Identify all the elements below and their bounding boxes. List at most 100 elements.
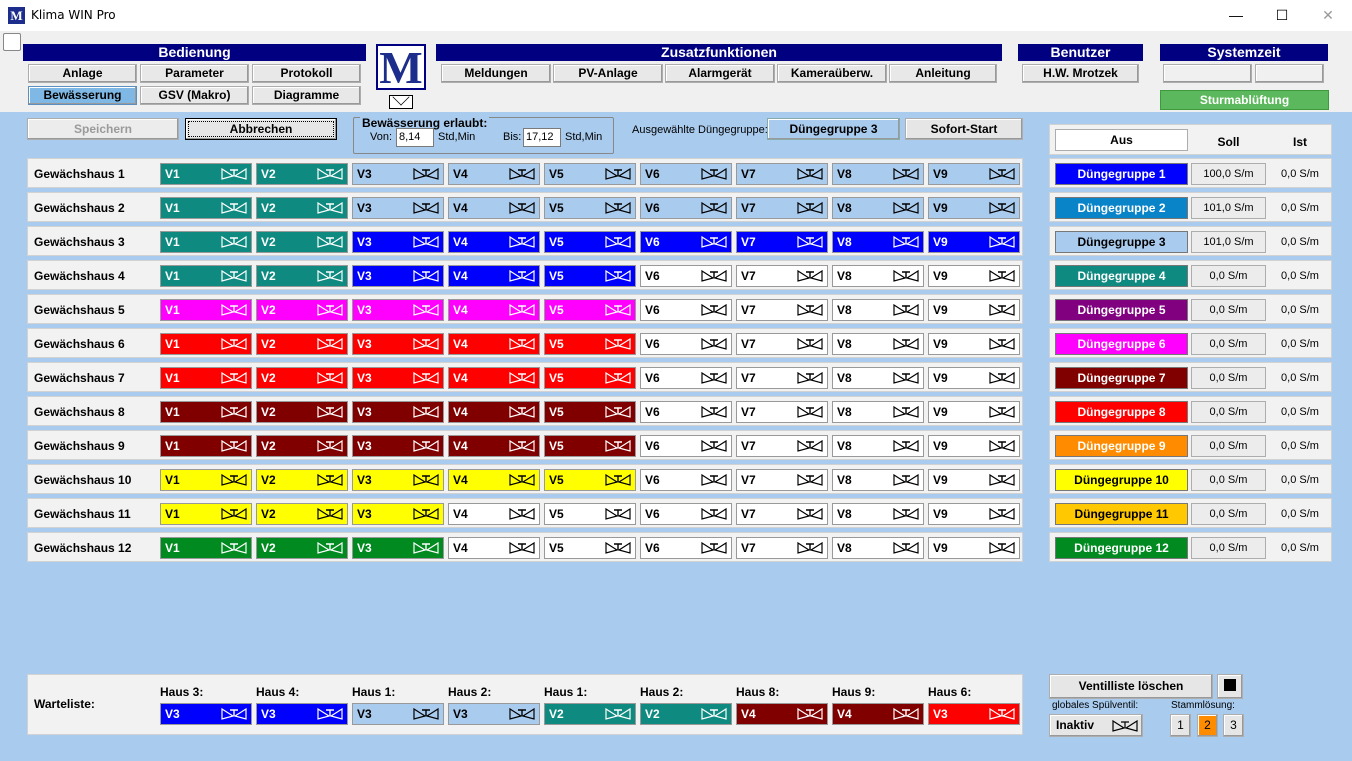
valve-button[interactable]: V2: [256, 367, 348, 389]
valve-button[interactable]: V4: [448, 401, 540, 423]
valve-button[interactable]: V3: [352, 333, 444, 355]
fertilizer-group-button[interactable]: Düngegruppe 10: [1055, 469, 1188, 491]
menu-alarmgeraet-button[interactable]: Alarmgerät: [665, 64, 775, 83]
groups-off-button[interactable]: Aus: [1055, 129, 1188, 151]
valve-button[interactable]: V5: [544, 469, 636, 491]
menu-diagramme-button[interactable]: Diagramme: [252, 86, 361, 105]
valve-button[interactable]: V3: [352, 503, 444, 525]
soll-value[interactable]: 0,0 S/m: [1191, 401, 1266, 423]
valve-button[interactable]: V8: [832, 503, 924, 525]
waitlist-valve[interactable]: V2: [640, 703, 732, 725]
valve-button[interactable]: V9: [928, 435, 1020, 457]
waitlist-valve[interactable]: V3: [928, 703, 1020, 725]
valve-button[interactable]: V6: [640, 537, 732, 559]
valve-button[interactable]: V2: [256, 469, 348, 491]
waitlist-valve[interactable]: V3: [448, 703, 540, 725]
valve-button[interactable]: V2: [256, 435, 348, 457]
maximize-button[interactable]: ☐: [1259, 0, 1305, 31]
valve-button[interactable]: V2: [256, 231, 348, 253]
valve-button[interactable]: V1: [160, 265, 252, 287]
valve-button[interactable]: V8: [832, 469, 924, 491]
valve-button[interactable]: V9: [928, 401, 1020, 423]
valve-button[interactable]: V1: [160, 435, 252, 457]
valve-button[interactable]: V3: [352, 469, 444, 491]
valve-button[interactable]: V4: [448, 367, 540, 389]
valve-button[interactable]: V1: [160, 367, 252, 389]
valve-button[interactable]: V6: [640, 265, 732, 287]
stop-button[interactable]: [1217, 674, 1243, 699]
valve-button[interactable]: V7: [736, 231, 828, 253]
envelope-icon[interactable]: [389, 95, 413, 109]
valve-button[interactable]: V1: [160, 299, 252, 321]
valve-button[interactable]: V8: [832, 163, 924, 185]
valve-button[interactable]: V9: [928, 503, 1020, 525]
valve-button[interactable]: V3: [352, 231, 444, 253]
valve-button[interactable]: V5: [544, 503, 636, 525]
sturmablueftung-button[interactable]: Sturmablüftung: [1160, 90, 1329, 110]
valve-button[interactable]: V8: [832, 435, 924, 457]
valve-button[interactable]: V7: [736, 265, 828, 287]
valve-button[interactable]: V4: [448, 197, 540, 219]
valve-button[interactable]: V4: [448, 163, 540, 185]
valve-button[interactable]: V9: [928, 265, 1020, 287]
valve-button[interactable]: V6: [640, 503, 732, 525]
valve-button[interactable]: V5: [544, 163, 636, 185]
valve-button[interactable]: V1: [160, 469, 252, 491]
valve-button[interactable]: V7: [736, 197, 828, 219]
valve-button[interactable]: V3: [352, 299, 444, 321]
valve-button[interactable]: V9: [928, 469, 1020, 491]
user-button[interactable]: H.W. Mrotzek: [1022, 64, 1139, 83]
fertilizer-group-button[interactable]: Düngegruppe 8: [1055, 401, 1188, 423]
valve-button[interactable]: V6: [640, 197, 732, 219]
waitlist-valve[interactable]: V3: [160, 703, 252, 725]
clear-valve-list-button[interactable]: Ventilliste löschen: [1049, 674, 1213, 699]
valve-button[interactable]: V7: [736, 469, 828, 491]
valve-button[interactable]: V3: [352, 537, 444, 559]
valve-button[interactable]: V6: [640, 333, 732, 355]
to-time-input[interactable]: 17,12: [523, 128, 561, 147]
valve-button[interactable]: V6: [640, 231, 732, 253]
soll-value[interactable]: 0,0 S/m: [1191, 503, 1266, 525]
menu-gsv-button[interactable]: GSV (Makro): [140, 86, 249, 105]
waitlist-valve[interactable]: V3: [256, 703, 348, 725]
valve-button[interactable]: V9: [928, 163, 1020, 185]
valve-button[interactable]: V8: [832, 367, 924, 389]
valve-button[interactable]: V9: [928, 197, 1020, 219]
soll-value[interactable]: 0,0 S/m: [1191, 435, 1266, 457]
valve-button[interactable]: V8: [832, 537, 924, 559]
valve-button[interactable]: V9: [928, 367, 1020, 389]
valve-button[interactable]: V7: [736, 367, 828, 389]
stock-solution-2[interactable]: 2: [1197, 714, 1218, 737]
soll-value[interactable]: 0,0 S/m: [1191, 469, 1266, 491]
menu-protokoll-button[interactable]: Protokoll: [252, 64, 361, 83]
global-flush-button[interactable]: Inaktiv: [1049, 714, 1143, 737]
fertilizer-group-button[interactable]: Düngegruppe 4: [1055, 265, 1188, 287]
valve-button[interactable]: V4: [448, 503, 540, 525]
valve-button[interactable]: V3: [352, 265, 444, 287]
menu-bewaesserung-button[interactable]: Bewässerung: [28, 86, 137, 105]
soll-value[interactable]: 0,0 S/m: [1191, 299, 1266, 321]
menu-kamera-button[interactable]: Kameraüberw.: [777, 64, 887, 83]
valve-button[interactable]: V5: [544, 197, 636, 219]
waitlist-valve[interactable]: V4: [832, 703, 924, 725]
valve-button[interactable]: V9: [928, 231, 1020, 253]
valve-button[interactable]: V3: [352, 367, 444, 389]
valve-button[interactable]: V4: [448, 537, 540, 559]
valve-button[interactable]: V9: [928, 333, 1020, 355]
valve-button[interactable]: V6: [640, 469, 732, 491]
valve-button[interactable]: V7: [736, 537, 828, 559]
stock-solution-3[interactable]: 3: [1223, 714, 1244, 737]
fertilizer-group-button[interactable]: Düngegruppe 1: [1055, 163, 1188, 185]
valve-button[interactable]: V6: [640, 367, 732, 389]
valve-button[interactable]: V1: [160, 333, 252, 355]
menu-anlage-button[interactable]: Anlage: [28, 64, 137, 83]
valve-button[interactable]: V9: [928, 537, 1020, 559]
stock-solution-1[interactable]: 1: [1170, 714, 1191, 737]
fertilizer-group-button[interactable]: Düngegruppe 12: [1055, 537, 1188, 559]
valve-button[interactable]: V5: [544, 333, 636, 355]
valve-button[interactable]: V3: [352, 401, 444, 423]
valve-button[interactable]: V1: [160, 197, 252, 219]
valve-button[interactable]: V7: [736, 163, 828, 185]
valve-button[interactable]: V3: [352, 197, 444, 219]
fertilizer-group-button[interactable]: Düngegruppe 11: [1055, 503, 1188, 525]
